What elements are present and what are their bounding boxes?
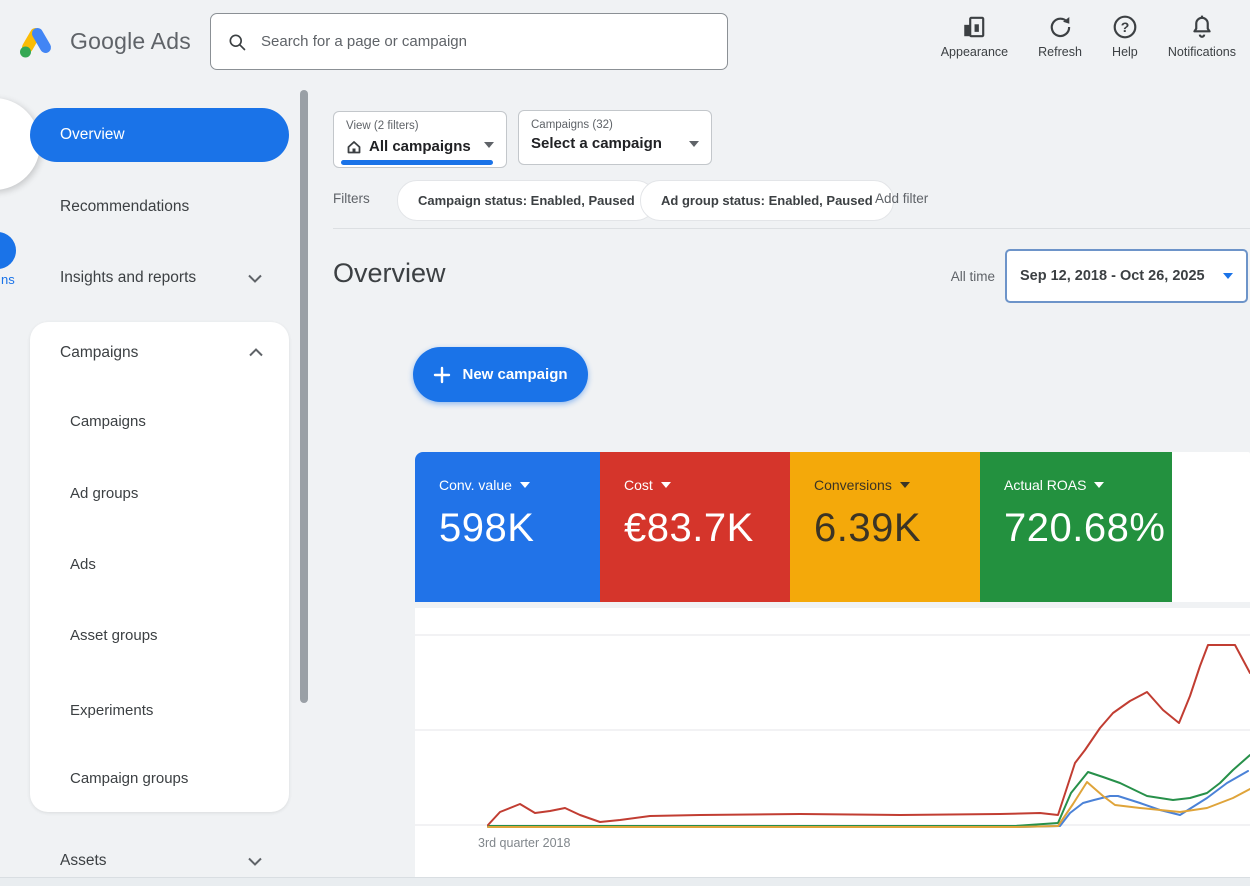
scorecard-conversions-label: Conversions bbox=[814, 477, 892, 493]
chevron-down-icon bbox=[1223, 273, 1233, 279]
edge-cutoff-badge[interactable] bbox=[0, 232, 16, 269]
scorecard-actual-roas[interactable]: Actual ROAS 720.68% bbox=[980, 452, 1172, 602]
appearance-icon bbox=[961, 14, 987, 40]
campaign-selector[interactable]: Campaigns (32) Select a campaign bbox=[518, 110, 712, 165]
scorecard-cost[interactable]: Cost €83.7K bbox=[600, 452, 790, 602]
new-campaign-label: New campaign bbox=[462, 366, 567, 383]
scorecard-conversions[interactable]: Conversions 6.39K bbox=[790, 452, 980, 602]
date-preset-label: All time bbox=[890, 269, 995, 284]
scorecard-conv-value-value: 598K bbox=[439, 506, 600, 551]
notifications-icon bbox=[1189, 14, 1215, 40]
notifications-button[interactable]: Notifications bbox=[1168, 14, 1236, 59]
refresh-icon bbox=[1047, 14, 1073, 40]
sidebar-subitem-asset-groups[interactable]: Asset groups bbox=[70, 627, 158, 644]
chevron-up-icon bbox=[249, 348, 263, 357]
edge-cutoff-label: ns bbox=[1, 272, 15, 287]
home-icon bbox=[346, 139, 362, 155]
scorecard-conv-value[interactable]: Conv. value 598K bbox=[415, 452, 600, 602]
google-ads-logo-icon bbox=[16, 22, 56, 60]
filters-label: Filters bbox=[333, 191, 370, 206]
scorecard-cost-label: Cost bbox=[624, 477, 653, 493]
campaign-selector-value: Select a campaign bbox=[531, 135, 662, 152]
help-label: Help bbox=[1112, 45, 1138, 59]
active-view-underline bbox=[341, 160, 493, 165]
sidebar-assets-label: Assets bbox=[60, 852, 107, 870]
chart-series-cost-red bbox=[488, 645, 1250, 825]
date-range-value: Sep 12, 2018 - Oct 26, 2025 bbox=[1020, 268, 1205, 284]
scorecard-cost-value: €83.7K bbox=[624, 506, 790, 551]
sidebar-campaigns-group: Campaigns Campaigns Ad groups Ads Asset … bbox=[30, 322, 289, 812]
sidebar-subitem-experiments[interactable]: Experiments bbox=[70, 702, 153, 719]
search-icon bbox=[227, 32, 247, 52]
sidebar-item-campaigns[interactable]: Campaigns bbox=[60, 344, 138, 362]
new-campaign-button[interactable]: New campaign bbox=[413, 347, 588, 402]
section-divider bbox=[333, 228, 1250, 229]
scorecard-actual-roas-label: Actual ROAS bbox=[1004, 477, 1086, 493]
add-filter-button[interactable]: Add filter bbox=[875, 191, 928, 206]
scorecard-strip: Conv. value 598K Cost €83.7K Conversions… bbox=[415, 452, 1250, 602]
notifications-label: Notifications bbox=[1168, 45, 1236, 59]
help-icon: ? bbox=[1112, 14, 1138, 40]
sidebar-subitem-campaigns[interactable]: Campaigns bbox=[70, 413, 146, 430]
window-bottom-edge bbox=[0, 877, 1250, 886]
chevron-down-icon bbox=[484, 142, 494, 148]
filter-chip-campaign-status[interactable]: Campaign status: Enabled, Paused bbox=[397, 180, 656, 221]
sidebar-overview-label: Overview bbox=[60, 126, 125, 144]
google-ads-logo: Google Ads bbox=[16, 22, 191, 60]
chevron-down-icon bbox=[248, 857, 262, 866]
chevron-down-icon bbox=[900, 482, 910, 488]
campaign-selector-label: Campaigns (32) bbox=[531, 119, 613, 131]
sidebar-item-assets[interactable]: Assets bbox=[60, 852, 107, 870]
sidebar-campaigns-label: Campaigns bbox=[60, 344, 138, 361]
appearance-label: Appearance bbox=[941, 45, 1008, 59]
chevron-down-icon bbox=[248, 274, 262, 283]
plus-icon bbox=[433, 366, 451, 384]
help-button[interactable]: ? Help bbox=[1112, 14, 1138, 59]
sidebar-recommendations-label: Recommendations bbox=[60, 198, 189, 216]
sidebar-subitem-ad-groups[interactable]: Ad groups bbox=[70, 485, 138, 502]
refresh-label: Refresh bbox=[1038, 45, 1082, 59]
sidebar-subitem-campaign-groups[interactable]: Campaign groups bbox=[70, 770, 188, 787]
sidebar-item-overview[interactable]: Overview bbox=[30, 108, 289, 162]
sidebar-subitem-ads[interactable]: Ads bbox=[70, 556, 96, 573]
svg-text:?: ? bbox=[1121, 19, 1130, 35]
chevron-down-icon bbox=[520, 482, 530, 488]
overview-chart-card: 3rd quarter 2018 bbox=[415, 608, 1250, 878]
date-range-picker[interactable]: Sep 12, 2018 - Oct 26, 2025 bbox=[1005, 249, 1248, 303]
header-actions: Appearance Refresh ? Help Notifications bbox=[941, 14, 1236, 59]
sidebar-item-insights-and-reports[interactable]: Insights and reports bbox=[60, 269, 196, 287]
refresh-button[interactable]: Refresh bbox=[1038, 14, 1082, 59]
view-selector-value: All campaigns bbox=[369, 138, 471, 155]
scorecard-conversions-value: 6.39K bbox=[814, 506, 980, 551]
global-search[interactable] bbox=[210, 13, 728, 70]
chevron-down-icon bbox=[689, 141, 699, 147]
scorecard-conv-value-label: Conv. value bbox=[439, 477, 512, 493]
google-ads-app: Google Ads Appearance Refresh bbox=[0, 0, 1250, 886]
x-axis-first-tick: 3rd quarter 2018 bbox=[478, 836, 570, 850]
logo-text: Google Ads bbox=[70, 28, 191, 55]
view-selector-label: View (2 filters) bbox=[346, 120, 419, 132]
appearance-button[interactable]: Appearance bbox=[941, 14, 1008, 59]
sidebar-scrollbar[interactable] bbox=[300, 90, 308, 703]
scorecard-actual-roas-value: 720.68% bbox=[1004, 506, 1172, 551]
page-title: Overview bbox=[333, 258, 446, 289]
chart-series-conv-value-blue bbox=[488, 771, 1248, 827]
sidebar-insights-label: Insights and reports bbox=[60, 269, 196, 287]
filter-chip-ad-group-status[interactable]: Ad group status: Enabled, Paused bbox=[640, 180, 894, 221]
chevron-down-icon bbox=[1094, 482, 1104, 488]
sidebar-item-recommendations[interactable]: Recommendations bbox=[60, 198, 189, 216]
search-input[interactable] bbox=[259, 32, 711, 51]
chart-series-conversions-yellow bbox=[488, 782, 1250, 827]
chevron-down-icon bbox=[661, 482, 671, 488]
view-selector[interactable]: View (2 filters) All campaigns bbox=[333, 111, 507, 168]
